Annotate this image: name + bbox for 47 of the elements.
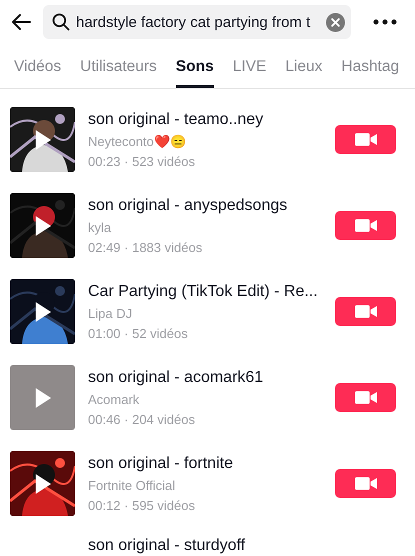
tab[interactable]: Lieux xyxy=(285,50,322,88)
video-camera-icon xyxy=(354,219,376,232)
tab[interactable]: Vidéos xyxy=(14,50,62,88)
search-field[interactable]: hardstyle factory cat partying from t xyxy=(43,5,351,39)
thumbnail[interactable] xyxy=(10,451,75,516)
play-icon xyxy=(34,215,52,237)
play-icon xyxy=(34,387,52,409)
play-icon xyxy=(34,473,52,495)
artist-name: Acomark xyxy=(88,392,140,406)
play-icon xyxy=(34,301,52,323)
thumbnail[interactable] xyxy=(10,365,75,430)
sound-meta: 02:49 · 1883 vidéos xyxy=(88,240,204,254)
sound-meta: 00:12 · 595 vidéos xyxy=(88,498,196,512)
sound-title: son original - sturdyoff xyxy=(88,537,246,555)
tab[interactable]: LIVE xyxy=(232,50,266,88)
search-icon xyxy=(51,12,71,32)
artist-name: Fortnite Official xyxy=(88,478,176,492)
thumbnail[interactable] xyxy=(10,107,75,172)
sound-meta: 00:23 · 523 vidéos xyxy=(88,154,196,168)
tab[interactable]: Utilisateurs xyxy=(80,50,157,88)
sound-title: Car Partying (TikTok Edit) - Re... xyxy=(88,282,319,300)
use-sound-button[interactable] xyxy=(335,211,396,240)
sound-meta: 00:46 · 204 vidéos xyxy=(88,412,196,426)
play-icon xyxy=(34,129,52,151)
tab[interactable]: Sons xyxy=(176,50,214,88)
use-sound-button[interactable] xyxy=(335,125,396,154)
tab[interactable]: Hashtag xyxy=(341,50,400,88)
use-sound-button[interactable] xyxy=(335,383,396,412)
video-camera-icon xyxy=(354,477,376,490)
sound-title: son original - anyspedsongs xyxy=(88,196,288,214)
artist-name: Lipa DJ xyxy=(88,306,134,320)
artist-name: Neyteconto❤😑 xyxy=(88,134,187,148)
sound-meta: 01:00 · 52 vidéos xyxy=(88,326,189,340)
video-camera-icon xyxy=(354,133,376,146)
thumbnail[interactable] xyxy=(10,193,75,258)
video-camera-icon xyxy=(354,391,376,404)
search-query: hardstyle factory cat partying from t xyxy=(76,14,312,30)
video-camera-icon xyxy=(354,305,376,318)
sound-title: son original - acomark61 xyxy=(88,368,264,386)
thumbnail[interactable] xyxy=(10,279,75,344)
more-icon[interactable] xyxy=(373,19,397,25)
sound-title: son original - fortnite xyxy=(88,454,234,472)
use-sound-button[interactable] xyxy=(335,297,396,326)
sound-title: son original - teamo..ney xyxy=(88,110,264,128)
use-sound-button[interactable] xyxy=(335,469,396,498)
artist-name: kyla xyxy=(88,220,112,234)
clear-icon[interactable] xyxy=(326,12,345,32)
